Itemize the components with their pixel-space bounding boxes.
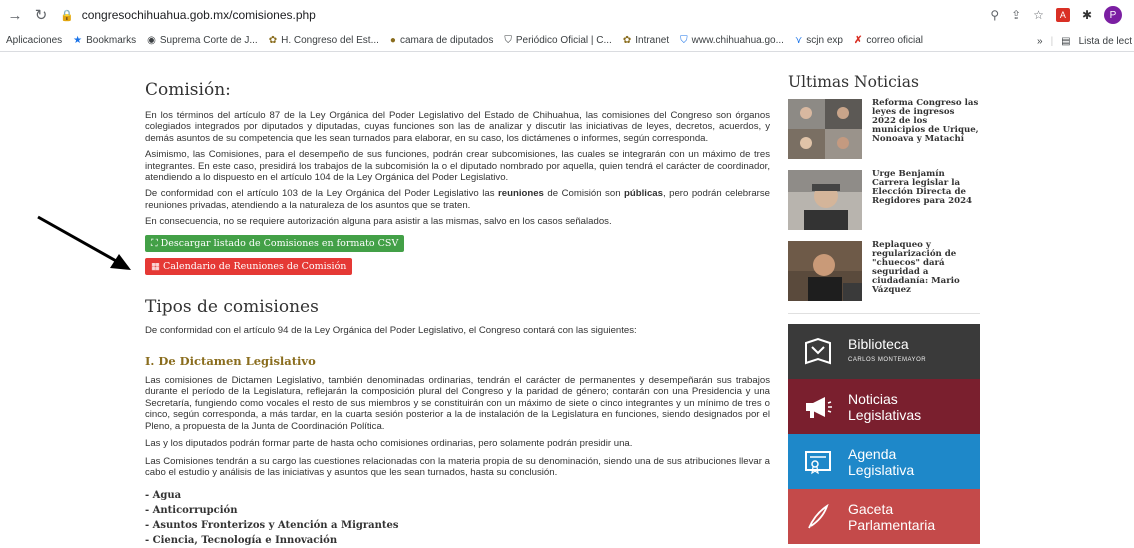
paragraph: De conformidad con el artículo 94 de la … [145,324,637,336]
news-title[interactable]: Replaqueo y regularización de "chuecos" … [872,241,980,307]
news-title[interactable]: Urge Benjamín Carrera legislar la Elecci… [872,170,980,236]
main-column: Comisión: En los términos del artículo 8… [145,53,770,548]
paragraph: Las Comisiones tendrán a su cargo las cu… [145,455,770,478]
gaceta-banner[interactable]: Gaceta Parlamentaria [788,489,980,544]
bookmark-item[interactable]: Aplicaciones [6,35,62,46]
share-icon[interactable]: ⇪ [1011,8,1021,22]
sitemap-icon: ⛶ [151,237,161,249]
certificate-icon [788,434,848,489]
bookmark-item[interactable]: ● camara de diputados [390,35,493,46]
news-item[interactable]: Replaqueo y regularización de "chuecos" … [788,241,980,307]
lock-icon: 🔒 [60,9,74,22]
shield-icon: ⛉ [504,35,512,46]
scjn-icon: ⋎ [794,35,803,46]
paragraph: Las comisiones de Dictamen Legislativo, … [145,375,770,432]
divider: | [1050,35,1054,47]
bookmark-item[interactable]: ★ Bookmarks [73,35,136,46]
banner-subtitle: Parlamentaria [848,516,936,533]
paragraph: Las y los diputados podrán formar parte … [145,438,633,450]
banner-title: Gaceta [848,500,894,517]
sidebar: Ultimas Noticias Reforma Congreso las le… [788,53,980,544]
news-title[interactable]: Reforma Congreso las leyes de ingresos 2… [872,99,980,165]
banner-title: Noticias [848,390,898,407]
profile-avatar[interactable]: P [1104,6,1122,24]
list-item[interactable]: - Asuntos Fronterizos y Atención a Migra… [145,520,770,531]
zoom-icon[interactable]: ⚲ [990,8,999,22]
book-icon [788,324,848,379]
list-item[interactable]: - Agua [145,490,770,501]
forward-icon[interactable]: → [4,4,26,26]
list-item[interactable]: - Anticorrupción [145,505,770,516]
calendar-button[interactable]: ▦ Calendario de Reuniones de Comisión [145,257,353,275]
reading-list-label[interactable]: Lista de lect [1079,36,1132,47]
bookmarks-overflow[interactable]: » [1037,36,1043,47]
star-icon: ★ [73,35,83,46]
x-icon: ✗ [853,35,863,46]
bookmark-item[interactable]: ⛉ Periódico Oficial | C... [504,35,611,46]
news-item[interactable]: Urge Benjamín Carrera legislar la Elecci… [788,170,980,236]
divider [788,313,980,314]
url-text[interactable]: congresochihuahua.gob.mx/comisiones.php [82,8,316,22]
address-bar[interactable]: 🔒 congresochihuahua.gob.mx/comisiones.ph… [60,4,1130,26]
news-item[interactable]: Reforma Congreso las leyes de ingresos 2… [788,99,980,165]
pdf-extension-icon[interactable]: A [1055,8,1070,22]
bookmark-item[interactable]: ⋎ scjn exp [795,35,843,46]
banner-subtitle: Legislativas [848,406,922,423]
bookmark-item[interactable]: ⛉ www.chihuahua.go... [680,35,784,46]
news-thumbnail[interactable] [788,241,862,301]
megaphone-icon [788,379,848,434]
list-item[interactable]: - Ciencia, Tecnología e Innovación [145,535,770,546]
noticias-banner[interactable]: Noticias Legislativas [788,379,980,434]
download-csv-button[interactable]: ⛶ Descargar listado de Comisiones en for… [145,234,405,252]
page-content: Comisión: En los términos del artículo 8… [0,53,1134,548]
paragraph: En consecuencia, no se requiere autoriza… [145,216,612,228]
camara-icon: ● [389,35,396,46]
bookmarks-bar: Aplicaciones ★ Bookmarks ◉ Suprema Corte d… [0,30,1134,52]
paragraph: En los términos del artículo 87 de la Le… [145,110,770,144]
banner-subtitle: CARLOS MONTEMAYOR [848,356,927,363]
news-heading: Ultimas Noticias [788,73,919,91]
biblioteca-banner[interactable]: Biblioteca CARLOS MONTEMAYOR [788,324,980,379]
reading-list-icon[interactable]: ▤ [1061,36,1070,47]
bookmark-item[interactable]: ✿ H. Congreso del Est... [269,35,379,46]
paragraph: Asimismo, las Comisiones, para el desemp… [145,149,770,184]
congress-icon: ✿ [268,35,278,46]
banner-title: Biblioteca [848,335,909,352]
bookmark-item[interactable]: ✿ Intranet [623,35,669,46]
quill-icon [788,489,848,544]
bookmark-item[interactable]: ✗ correo oficial [854,35,923,46]
shield-icon: ⛉ [680,35,688,46]
commission-list: - Agua - Anticorrupción - Asuntos Fronte… [145,490,770,546]
banner-title: Agenda [848,445,897,462]
page-title: Comisión: [145,80,231,100]
section-heading: Tipos de comisiones [145,296,319,317]
bookmark-star-icon[interactable]: ☆ [1033,8,1044,22]
subsection-heading: I. De Dictamen Legislativo [145,354,316,369]
extensions-icon[interactable]: ✱ [1082,8,1092,22]
calendar-icon: ▦ [151,260,163,272]
news-thumbnail[interactable] [788,170,862,230]
news-thumbnail[interactable] [788,99,862,159]
globe-icon: ◉ [147,35,156,46]
agenda-banner[interactable]: Agenda Legislativa [788,434,980,489]
reload-icon[interactable]: ↻ [30,4,52,26]
bookmark-item[interactable]: ◉ Suprema Corte de J... [147,35,258,46]
banner-subtitle: Legislativa [848,461,915,478]
paragraph: De conformidad con el artículo 103 de la… [145,188,770,211]
congress-icon: ✿ [622,35,632,46]
browser-toolbar: → ↻ 🔒 congresochihuahua.gob.mx/comisione… [0,0,1134,30]
